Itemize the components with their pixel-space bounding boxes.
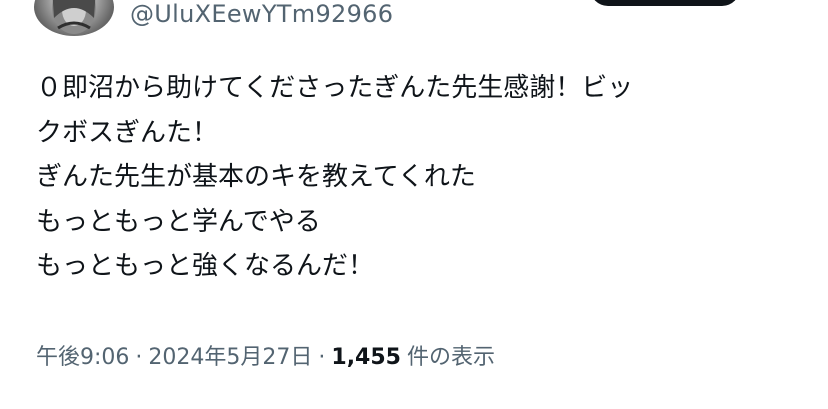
views-count[interactable]: 1,455 bbox=[331, 345, 401, 370]
avatar-image bbox=[52, 0, 96, 34]
tweet-line: もっともっと強くなるんだ！ bbox=[36, 251, 375, 281]
tweet-line: クボスぎんた！ bbox=[36, 117, 219, 148]
tweet-line: ０即沼から助けてくださったぎんた先生感謝！ビッ bbox=[36, 73, 634, 103]
tweet-line: ぎんた先生が基本のキを教えてくれた bbox=[36, 162, 476, 192]
follow-button[interactable] bbox=[590, 0, 740, 6]
meta-separator: · bbox=[135, 345, 143, 370]
author-handle[interactable]: @UluXEewYTm92966 bbox=[130, 0, 393, 32]
avatar[interactable] bbox=[34, 0, 114, 36]
tweet-line: もっともっと学んでやる bbox=[36, 206, 321, 237]
tweet-meta: 午後9:06 · 2024年5月27日 · 1,455 件の表示 bbox=[36, 338, 495, 378]
views-label[interactable]: 件の表示 bbox=[407, 345, 495, 370]
tweet-date[interactable]: 2024年5月27日 bbox=[148, 345, 312, 370]
tweet-time[interactable]: 午後9:06 bbox=[36, 345, 129, 370]
meta-separator: · bbox=[318, 345, 326, 370]
tweet-text: ０即沼から助けてくださったぎんた先生感謝！ビッ クボスぎんた！ ぎんた先生が基本… bbox=[36, 66, 796, 289]
